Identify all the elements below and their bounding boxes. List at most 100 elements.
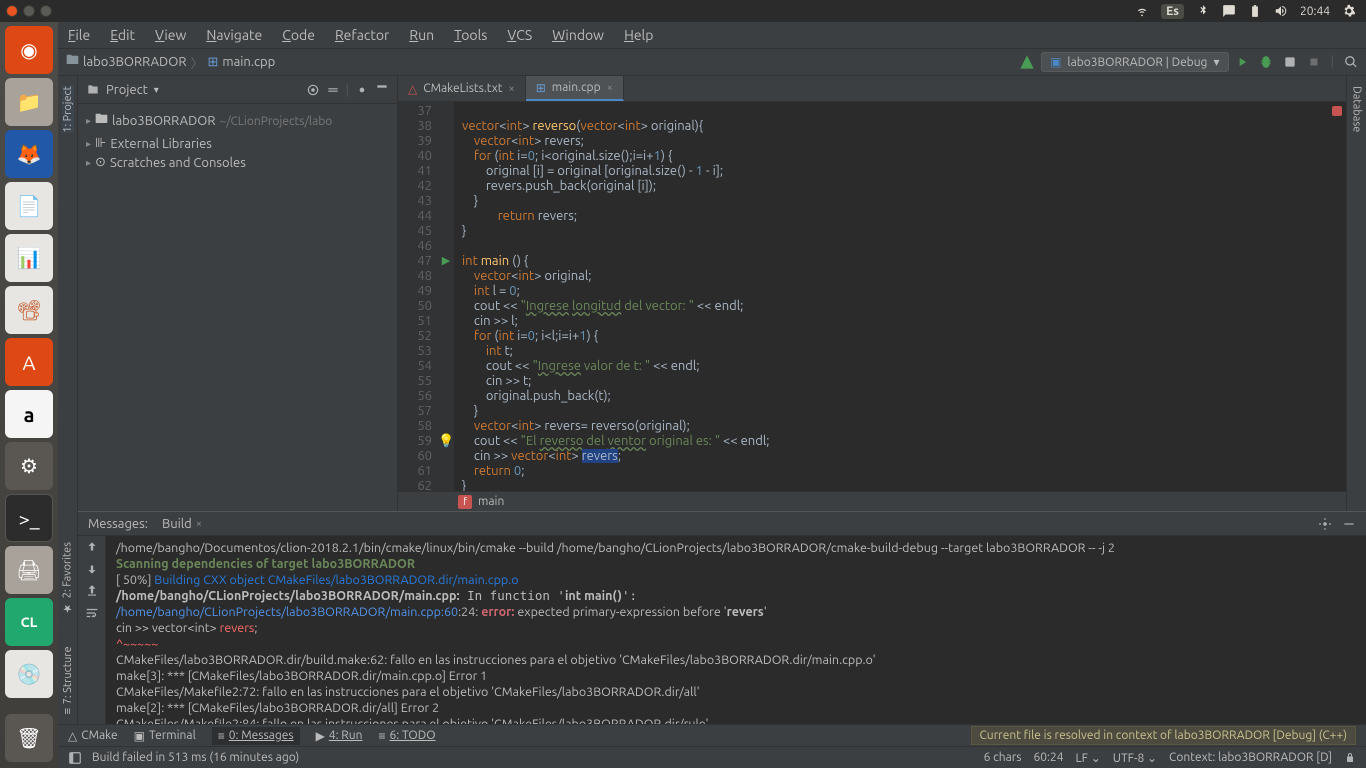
todo-tab[interactable]: ≡ 6: TODO [378,729,435,743]
menu-navigate[interactable]: Navigate [206,27,262,43]
favorites-tool-tab[interactable]: ★ 2: Favorites [61,542,74,615]
context-notification[interactable]: Current file is resolved in context of l… [971,726,1356,745]
launcher-writer[interactable]: 📄 [5,182,53,230]
tree-item[interactable]: ▸ 🖿 labo3BORRADOR ~/CLionProjects/labo [78,108,397,134]
breadcrumb-project[interactable]: labo3BORRADOR [83,55,186,69]
bluetooth-icon[interactable] [1196,4,1210,18]
launcher-files[interactable]: 📁 [5,78,53,126]
menu-help[interactable]: Help [624,27,653,43]
run-config-label: labo3BORRADOR | Debug [1067,56,1207,69]
toolwindow-toggle-icon[interactable] [68,751,82,765]
project-header: Project ▾ | [78,76,397,104]
stop-icon[interactable] [1307,55,1321,69]
debug-icon[interactable] [1259,55,1273,69]
system-tray: Es 20:44 [1135,0,1366,22]
breadcrumb-file[interactable]: main.cpp [222,55,275,69]
launcher-trash[interactable]: 🗑 [5,714,53,762]
editor-tab[interactable]: ⊞main.cpp× [526,76,624,101]
unity-launcher: ◉ 📁 🦊 📄 📊 📽 A a ⚙ >_ 🖨 CL 💿 🗑 [0,22,58,768]
breadcrumb: 🖿 labo3BORRADOR 〉 ⊞ main.cpp [66,51,275,73]
project-tool-tab[interactable]: 1: Project [62,86,74,133]
volume-icon[interactable] [1274,4,1288,18]
messages-tab[interactable]: ≡ 0: Messages [212,727,300,745]
launcher-software[interactable]: A [5,338,53,386]
terminal-tab[interactable]: ▣ Terminal [134,729,196,743]
project-icon [86,83,100,97]
launcher-printer[interactable]: 🖨 [5,546,53,594]
function-badge-icon: f [458,495,472,509]
close-icon[interactable]: × [196,518,202,530]
target-icon[interactable] [306,83,320,97]
window-minimize-button[interactable] [23,5,35,17]
window-maximize-button[interactable] [40,5,52,17]
messages-tab-build[interactable]: Build × [162,517,202,531]
build-status-message[interactable]: Build failed in 513 ms (16 minutes ago) [92,751,299,764]
window-close-button[interactable] [6,5,18,17]
soft-wrap-icon[interactable] [85,606,99,620]
launcher-terminal[interactable]: >_ [5,494,53,542]
build-icon[interactable] [1019,54,1035,70]
encoding[interactable]: UTF-8 ⌄ [1113,751,1157,765]
launcher-amazon[interactable]: a [5,390,53,438]
editor-breadcrumb-symbol[interactable]: main [478,495,504,508]
chevron-down-icon[interactable]: ▾ [154,84,159,96]
chevron-right-icon: 〉 [190,53,203,72]
menu-code[interactable]: Code [282,27,315,43]
code-area[interactable]: vector<int> reverso(vector<int> original… [454,102,1346,491]
run-tab[interactable]: ▶ 4: Run [316,729,363,743]
down-arrow-icon[interactable] [85,562,99,576]
structure-tool-tab[interactable]: ≡ 7: Structure [62,646,74,714]
language-indicator[interactable]: Es [1161,4,1184,19]
cpp-file-icon: ⊞ [207,55,218,70]
coverage-icon[interactable] [1283,55,1297,69]
settings-gear-icon[interactable] [1342,4,1356,18]
lock-icon[interactable] [1344,752,1356,764]
menu-window[interactable]: Window [552,27,604,43]
line-separator[interactable]: LF ⌄ [1076,751,1101,765]
launcher-firefox[interactable]: 🦊 [5,130,53,178]
gear-icon[interactable] [355,83,369,97]
project-title[interactable]: Project [106,83,148,97]
search-icon[interactable] [1344,55,1358,69]
editor-content[interactable]: 3738394041424344454647484950515253545556… [398,102,1346,491]
messaging-icon[interactable] [1222,4,1236,18]
menu-tools[interactable]: Tools [454,27,487,43]
menu-view[interactable]: View [155,27,186,43]
editor-tabs: △CMakeLists.txt×⊞main.cpp× [398,76,1346,102]
launcher-dash[interactable]: ◉ [5,26,53,74]
messages-output[interactable]: /home/bangho/Documentos/clion-2018.2.1/b… [106,536,1366,736]
cmake-tab[interactable]: △ CMake [68,729,118,743]
close-icon[interactable]: × [508,83,514,95]
project-tree[interactable]: ▸ 🖿 labo3BORRADOR ~/CLionProjects/labo▸ … [78,104,397,176]
launcher-settings[interactable]: ⚙ [5,442,53,490]
close-icon[interactable]: × [607,82,613,94]
editor-tab[interactable]: △CMakeLists.txt× [398,76,526,101]
menu-file[interactable]: File [68,27,90,43]
collapse-icon[interactable] [326,83,340,97]
menu-run[interactable]: Run [409,27,434,43]
gear-icon[interactable] [1318,517,1332,531]
error-stripe-icon[interactable] [1332,106,1342,116]
database-tool-tab[interactable]: Database [1351,86,1363,132]
launcher-calc[interactable]: 📊 [5,234,53,282]
menu-edit[interactable]: Edit [110,27,135,43]
hide-icon[interactable] [1342,517,1356,531]
menu-vcs[interactable]: VCS [507,27,532,43]
up-arrow-icon[interactable] [85,540,99,554]
launcher-impress[interactable]: 📽 [5,286,53,334]
launcher-clion[interactable]: CL [5,598,53,646]
context-info[interactable]: Context: labo3BORRADOR [D] [1169,751,1332,764]
launcher-devices[interactable]: 💿 [5,650,53,698]
wifi-icon[interactable] [1135,4,1149,18]
caret-position[interactable]: 60:24 [1034,751,1064,764]
export-icon[interactable] [85,584,99,598]
run-icon[interactable] [1235,55,1249,69]
hide-icon[interactable] [375,83,389,97]
run-configuration-dropdown[interactable]: ▣ labo3BORRADOR | Debug ▾ [1041,52,1228,72]
menu-refactor[interactable]: Refactor [335,27,389,43]
clock[interactable]: 20:44 [1300,5,1330,18]
folder-icon: 🖿 [66,51,79,73]
battery-icon[interactable] [1248,4,1262,18]
tree-item[interactable]: ▸ ⊙ Scratches and Consoles [78,153,397,172]
tree-item[interactable]: ▸ ⊪ External Libraries [78,134,397,153]
